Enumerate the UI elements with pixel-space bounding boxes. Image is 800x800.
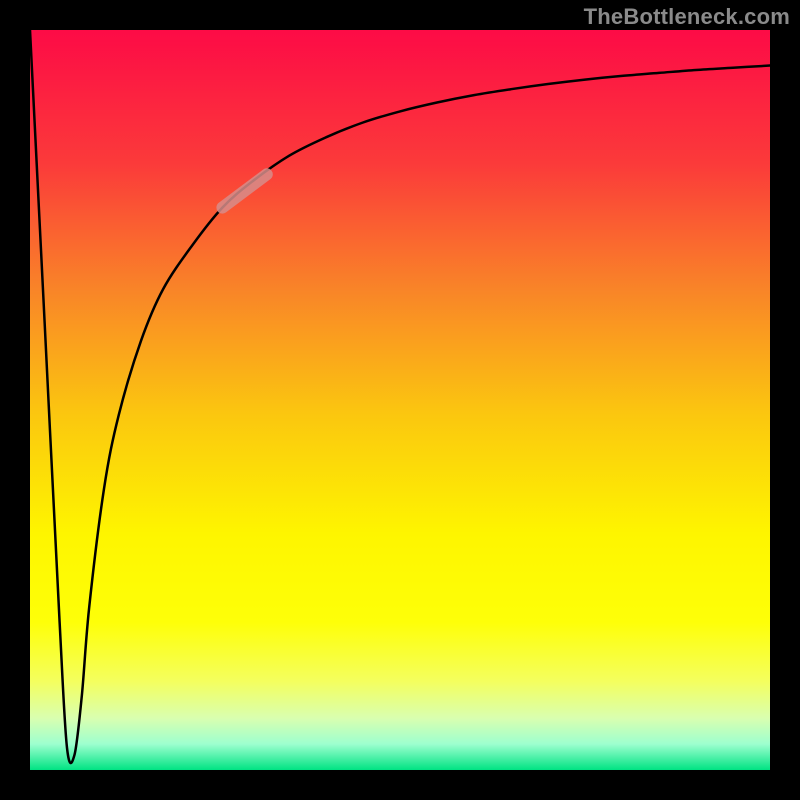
bottleneck-chart xyxy=(30,30,770,770)
attribution-label: TheBottleneck.com xyxy=(584,4,790,30)
gradient-background xyxy=(30,30,770,770)
chart-stage: TheBottleneck.com xyxy=(0,0,800,800)
